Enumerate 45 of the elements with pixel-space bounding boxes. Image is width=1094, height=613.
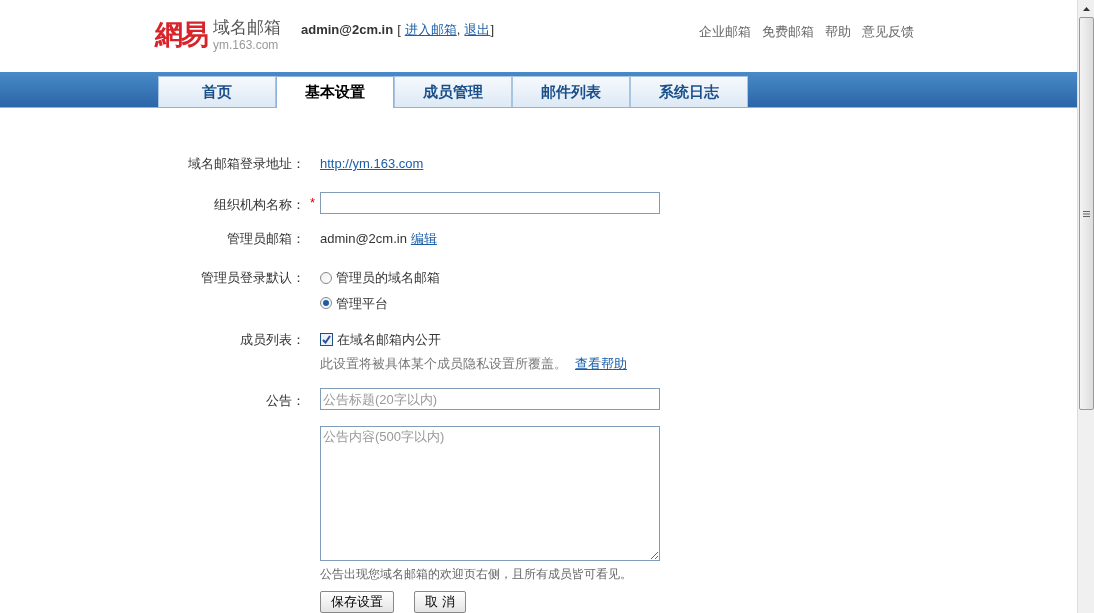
edit-link[interactable]: 编辑 bbox=[410, 229, 437, 268]
field-label: 公告： bbox=[265, 392, 305, 410]
field-label: 管理员登录默认： bbox=[200, 269, 305, 287]
radio-label: 管理员的域名邮箱 bbox=[336, 269, 440, 287]
radio-button[interactable] bbox=[320, 297, 332, 310]
bracket-text: ] bbox=[490, 22, 495, 37]
logo-title: 域名邮箱 bbox=[213, 18, 281, 38]
radio-label: 管理平台 bbox=[336, 294, 388, 313]
nav-tab[interactable]: 系统日志 bbox=[630, 76, 748, 107]
top-nav-link[interactable]: 企业邮箱 bbox=[699, 22, 751, 42]
logo-domain: ym.163.com bbox=[213, 38, 280, 52]
field-label: 管理员邮箱： bbox=[226, 230, 305, 248]
scroll-thumb[interactable] bbox=[1078, 17, 1094, 410]
field-label: 域名邮箱登录地址： bbox=[187, 155, 305, 173]
form-button[interactable]: 取 消 bbox=[414, 591, 466, 613]
login-url-link[interactable]: http://ym.163.com bbox=[320, 154, 424, 192]
org-name-field[interactable] bbox=[320, 192, 660, 214]
help-link[interactable]: 查看帮助 bbox=[575, 353, 627, 373]
top-nav-link[interactable]: 帮助 bbox=[825, 22, 851, 42]
checkbox[interactable] bbox=[320, 333, 333, 347]
nav-tab[interactable]: 邮件列表 bbox=[512, 76, 630, 107]
logo-mark: 網易 bbox=[155, 21, 207, 49]
form-button[interactable]: 保存设置 bbox=[320, 591, 394, 613]
nav-tab[interactable]: 成员管理 bbox=[394, 76, 512, 107]
radio-button[interactable] bbox=[320, 271, 332, 284]
required-mark: * bbox=[309, 195, 316, 210]
account-link[interactable]: 退出 bbox=[464, 22, 491, 37]
account-link[interactable]: 进入邮箱 bbox=[404, 22, 457, 37]
scroll-up-icon[interactable] bbox=[1082, 6, 1090, 11]
admin-email: admin@2cm.in bbox=[320, 230, 407, 248]
nav-tab[interactable]: 首页 bbox=[158, 76, 276, 107]
notice-title-field[interactable]: 公告标题(20字以内) bbox=[320, 388, 660, 410]
scrollbar[interactable] bbox=[1077, 0, 1094, 613]
notice-content-field[interactable]: 公告内容(500字以内) bbox=[320, 426, 660, 561]
nav-tab[interactable]: 基本设置 bbox=[276, 76, 394, 108]
hint-text: 此设置将被具体某个成员隐私设置所覆盖。 bbox=[320, 354, 567, 373]
separator-text: , bbox=[456, 22, 461, 37]
top-nav-link[interactable]: 免费邮箱 bbox=[762, 22, 814, 42]
bracket-text: [ bbox=[397, 22, 401, 37]
field-label: 组织机构名称： bbox=[213, 196, 305, 214]
user-email: admin@2cm.in bbox=[301, 21, 394, 39]
hint-text: 公告出现您域名邮箱的欢迎页右侧，且所有成员皆可看见。 bbox=[320, 566, 633, 583]
top-nav-link[interactable]: 意见反馈 bbox=[862, 22, 914, 42]
field-label: 成员列表： bbox=[239, 331, 305, 349]
checkbox-label: 在域名邮箱内公开 bbox=[337, 331, 441, 349]
